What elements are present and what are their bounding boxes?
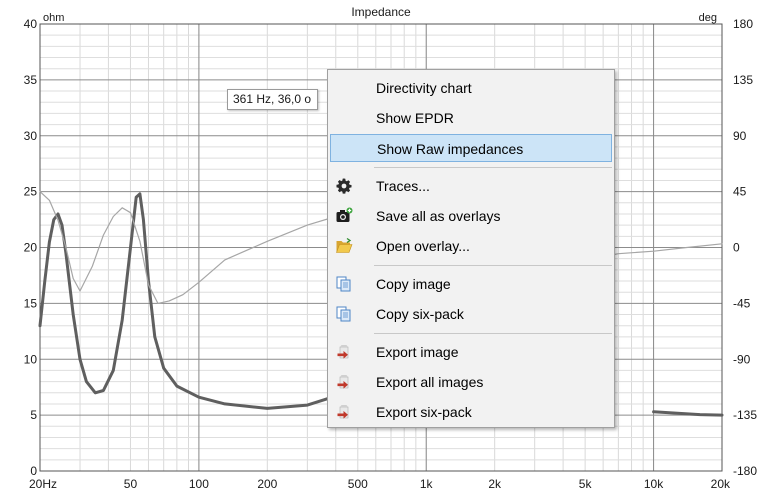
x-tick-label: 20k	[711, 477, 731, 491]
menu-item-label: Open overlay...	[376, 238, 470, 254]
context-menu: Directivity chart Show EPDR Show Raw imped…	[327, 69, 615, 428]
right-tick-label: -135	[733, 408, 757, 422]
left-axis-unit: ohm	[43, 12, 64, 24]
left-tick-label: 25	[24, 185, 38, 199]
impedance-magnitude-curve	[652, 410, 724, 417]
right-tick-labels: -180 -135 -90 -45 0 45 90 135 180	[733, 17, 757, 478]
x-tick-label: 100	[189, 477, 209, 491]
left-tick-labels: 0 5 10 15 20 25 30 35 40	[24, 17, 38, 478]
menu-item-label: Show EPDR	[376, 110, 454, 126]
menu-item-label: Copy six-pack	[376, 306, 464, 322]
menu-item-traces[interactable]: Traces...	[330, 172, 612, 200]
menu-item-directivity-chart[interactable]: Directivity chart	[330, 74, 612, 102]
menu-item-label: Save all as overlays	[376, 208, 501, 224]
menu-separator	[374, 333, 612, 334]
x-tick-label: 500	[348, 477, 368, 491]
menu-item-save-all-as-overlays[interactable]: Save all as overlays	[330, 202, 612, 230]
menu-item-label: Export six-pack	[376, 404, 472, 420]
right-tick-label: 0	[733, 241, 740, 255]
menu-item-label: Export image	[376, 344, 459, 360]
export-icon	[335, 343, 353, 361]
right-tick-label: 45	[733, 185, 747, 199]
x-tick-label: 2k	[488, 477, 502, 491]
export-icon	[335, 403, 353, 421]
right-tick-label: 180	[733, 17, 753, 31]
menu-item-copy-six-pack[interactable]: Copy six-pack	[330, 300, 612, 328]
menu-item-export-image[interactable]: Export image	[330, 338, 612, 366]
left-tick-label: 5	[30, 408, 37, 422]
menu-item-copy-image[interactable]: Copy image	[330, 270, 612, 298]
menu-separator	[374, 265, 612, 266]
menu-item-label: Traces...	[376, 178, 430, 194]
menu-item-label: Show Raw impedances	[377, 141, 524, 157]
gear-icon	[335, 177, 353, 195]
left-tick-label: 15	[24, 296, 38, 310]
cursor-readout-tooltip: 361 Hz, 36,0 o	[227, 89, 319, 110]
menu-item-label: Directivity chart	[376, 80, 472, 96]
right-tick-label: 135	[733, 73, 753, 87]
camera-icon	[335, 207, 353, 225]
x-tick-label: 20Hz	[29, 477, 57, 491]
chart-title: Impedance	[351, 5, 411, 19]
right-tick-label: -90	[733, 352, 751, 366]
right-tick-label: -180	[733, 464, 757, 478]
left-tick-label: 10	[24, 352, 38, 366]
left-tick-label: 40	[24, 17, 38, 31]
menu-item-export-six-pack[interactable]: Export six-pack	[330, 398, 612, 426]
x-tick-label: 10k	[644, 477, 664, 491]
left-tick-label: 35	[24, 73, 38, 87]
x-tick-labels: 20Hz 50 100 200 500 1k 2k 5k 10k 20k	[29, 477, 731, 491]
x-tick-label: 50	[124, 477, 138, 491]
x-tick-label: 200	[257, 477, 277, 491]
menu-item-open-overlay[interactable]: Open overlay...	[330, 232, 612, 260]
x-tick-label: 5k	[579, 477, 593, 491]
left-tick-label: 20	[24, 241, 38, 255]
left-tick-label: 0	[30, 464, 37, 478]
export-icon	[335, 373, 353, 391]
right-tick-label: -45	[733, 296, 751, 310]
menu-item-label: Copy image	[376, 276, 451, 292]
menu-item-label: Export all images	[376, 374, 484, 390]
menu-separator	[374, 167, 612, 168]
right-axis-unit: deg	[699, 12, 717, 24]
menu-item-show-epdr[interactable]: Show EPDR	[330, 104, 612, 132]
impedance-magnitude-curve	[38, 192, 338, 410]
x-tick-label: 1k	[420, 477, 434, 491]
left-tick-label: 30	[24, 129, 38, 143]
right-tick-label: 90	[733, 129, 747, 143]
folder-open-icon	[335, 237, 353, 255]
copy-icon	[335, 275, 353, 293]
menu-item-show-raw-impedances[interactable]: Show Raw impedances	[330, 134, 612, 162]
menu-item-export-all-images[interactable]: Export all images	[330, 368, 612, 396]
copy-icon	[335, 305, 353, 323]
